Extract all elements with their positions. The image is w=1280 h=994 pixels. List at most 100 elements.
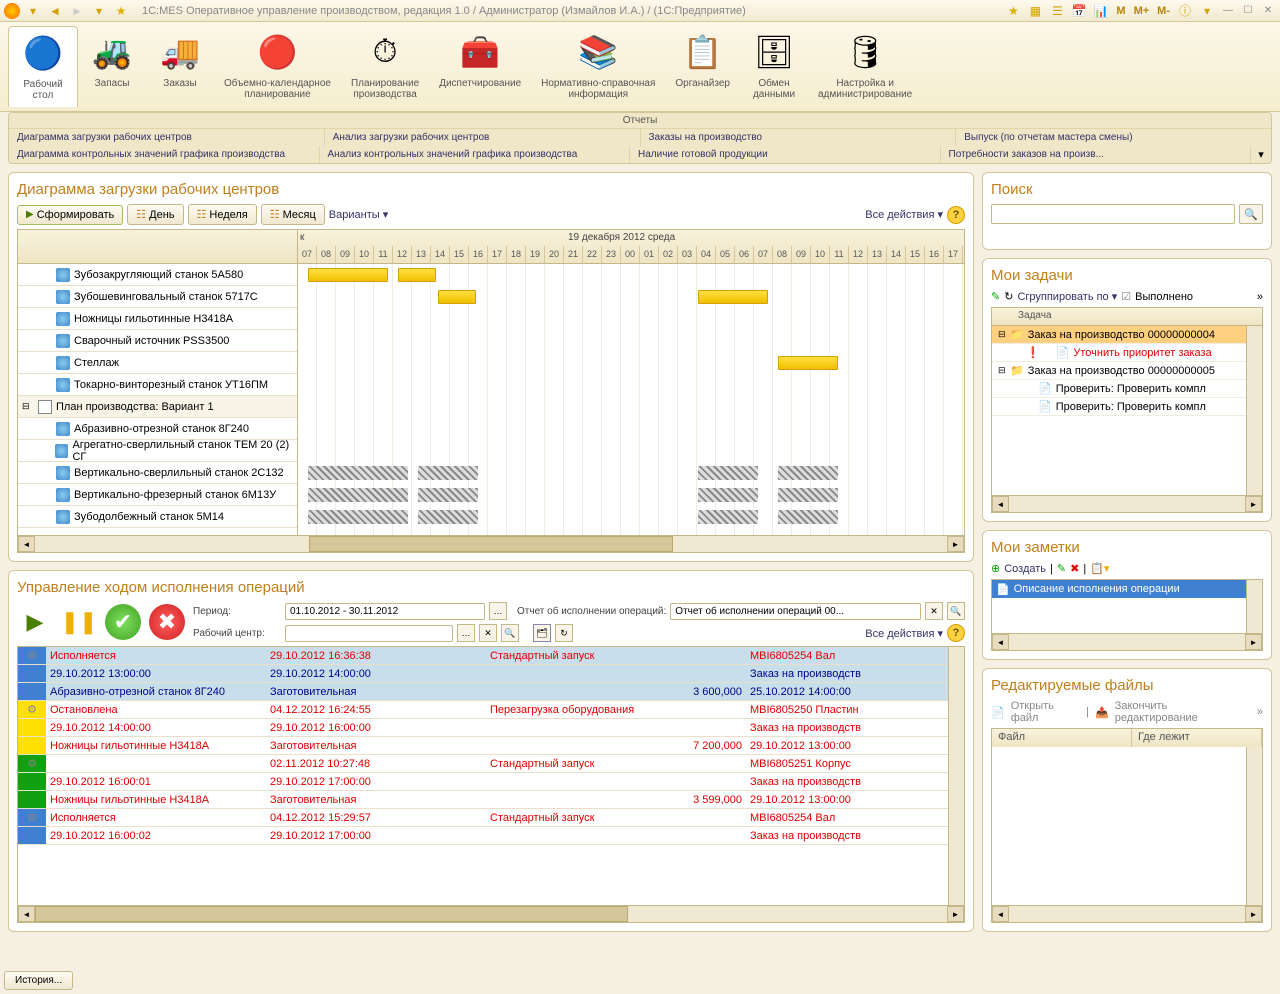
more-icon[interactable]: » <box>1257 291 1263 303</box>
report-link[interactable]: Потребности заказов на произв... <box>941 146 1252 163</box>
gantt-bar[interactable] <box>308 466 408 480</box>
gantt-bar[interactable] <box>698 510 758 524</box>
help-icon[interactable]: ? <box>947 206 965 224</box>
group-by-link[interactable]: Сгруппировать по ▾ <box>1017 290 1117 303</box>
period-input[interactable] <box>285 603 485 620</box>
open-file-link[interactable]: Открыть файл <box>1011 700 1080 724</box>
pause-button[interactable]: ❚❚ <box>61 604 97 640</box>
ops-row[interactable]: Ножницы гильотинные Н3418А Заготовительн… <box>18 737 964 755</box>
tasks-hscroll[interactable]: ◄► <box>991 496 1263 513</box>
report-link[interactable]: Диаграмма контрольных значений графика п… <box>9 146 320 163</box>
gantt-bar[interactable] <box>778 488 838 502</box>
period-pick-button[interactable]: … <box>489 602 507 620</box>
toolbar-section-1[interactable]: 🚜Запасы <box>78 26 146 107</box>
gantt-bar[interactable] <box>438 290 476 304</box>
gantt-bar[interactable] <box>778 356 838 370</box>
all-actions-link[interactable]: Все действия ▾ <box>865 208 943 221</box>
gantt-bar[interactable] <box>698 488 758 502</box>
calc-icon[interactable]: 📅 <box>1070 2 1088 20</box>
center-open-button[interactable]: 🔍 <box>501 624 519 642</box>
toolbar-section-3[interactable]: 🔴Объемно-календарноепланирование <box>214 26 341 107</box>
gantt-row[interactable]: Вертикально-сверлильный станок 2С132 <box>18 462 297 484</box>
variants-link[interactable]: Варианты ▾ <box>329 208 388 221</box>
search-input[interactable] <box>991 204 1235 224</box>
gantt-bar[interactable] <box>698 290 768 304</box>
report-link[interactable]: Диаграмма загрузки рабочих центров <box>9 129 325 146</box>
toolbar-section-0[interactable]: 🔵Рабочийстол <box>8 26 78 107</box>
edit-icon[interactable]: ✎ <box>991 290 1000 303</box>
toolbar-section-9[interactable]: 🛢Настройка иадминистрирование <box>808 26 922 107</box>
ops-row[interactable]: ⚙ Исполняется 04.12.2012 15:29:57 Станда… <box>18 809 964 827</box>
history-button[interactable]: История... <box>4 971 73 990</box>
files-more-icon[interactable]: » <box>1257 706 1263 718</box>
toolbar-section-4[interactable]: ⏱Планированиепроизводства <box>341 26 429 107</box>
gantt-row[interactable]: Абразивно-отрезной станок 8Г240 <box>18 418 297 440</box>
dropdown2-icon[interactable]: ▾ <box>90 2 108 20</box>
ops-row[interactable]: Абразивно-отрезной станок 8Г240 Заготови… <box>18 683 964 701</box>
gantt-row[interactable]: Сварочный источник PSS3500 <box>18 330 297 352</box>
report-link[interactable]: Заказы на производство <box>641 129 957 146</box>
ops-row[interactable]: Ножницы гильотинные Н3418А Заготовительн… <box>18 791 964 809</box>
refresh-icon[interactable]: ↻ <box>1004 290 1013 303</box>
favorite-icon[interactable]: ★ <box>112 2 130 20</box>
report-open-button[interactable]: 🔍 <box>947 602 965 620</box>
gantt-bar[interactable] <box>308 510 408 524</box>
gantt-row[interactable]: Зубодолбежный станок 5М14 <box>18 506 297 528</box>
month-button[interactable]: ☷Месяц <box>261 204 325 225</box>
gantt-row[interactable]: Зубошевинговальный станок 5717С <box>18 286 297 308</box>
day-button[interactable]: ☷День <box>127 204 183 225</box>
ops-hscroll[interactable]: ◄ ► <box>17 906 965 923</box>
tree-view-button[interactable]: 🗂 <box>533 624 551 642</box>
gantt-row[interactable]: Зубозакругляющий станок 5А580 <box>18 264 297 286</box>
list-icon[interactable]: ☰ <box>1048 2 1066 20</box>
gantt-row[interactable]: Стеллаж <box>18 352 297 374</box>
week-button[interactable]: ☷Неделя <box>188 204 257 225</box>
tasks-vscroll[interactable] <box>1246 326 1262 495</box>
gantt-bar[interactable] <box>778 510 838 524</box>
refresh-button[interactable]: ↻ <box>555 624 573 642</box>
notes-vscroll[interactable] <box>1246 580 1262 633</box>
notes-hscroll[interactable]: ◄► <box>991 634 1263 651</box>
gantt-bar[interactable] <box>418 488 478 502</box>
gantt-bar[interactable] <box>778 466 838 480</box>
report-link[interactable]: Анализ загрузки рабочих центров <box>325 129 641 146</box>
gantt-bar[interactable] <box>308 268 388 282</box>
ok-button[interactable]: ✔ <box>105 604 141 640</box>
nav-back-icon[interactable]: ◄ <box>46 2 64 20</box>
files-vscroll[interactable] <box>1246 747 1262 905</box>
reports-expand-icon[interactable]: ▾ <box>1251 146 1271 163</box>
center-input[interactable] <box>285 625 453 642</box>
task-row[interactable]: ❗📄Уточнить приоритет заказа <box>992 344 1262 362</box>
cancel-button[interactable]: ✖ <box>149 604 185 640</box>
gantt-row[interactable]: Ножницы гильотинные Н3418А <box>18 308 297 330</box>
gantt-hscroll[interactable]: ◄ ► <box>18 535 964 552</box>
close-button[interactable]: ✕ <box>1260 3 1276 19</box>
gantt-row[interactable]: Токарно-винторезный станок УТ16ПМ <box>18 374 297 396</box>
report-link[interactable]: Анализ контрольных значений графика прои… <box>320 146 631 163</box>
toolbar-section-5[interactable]: 🧰Диспетчирование <box>429 26 531 107</box>
ops-row[interactable]: ⚙ Остановлена 04.12.2012 16:24:55 Переза… <box>18 701 964 719</box>
toolbar-section-6[interactable]: 📚Нормативно-справочнаяинформация <box>531 26 665 107</box>
toolbar-section-7[interactable]: 📋Органайзер <box>665 26 740 107</box>
toolbar-section-2[interactable]: 🚚Заказы <box>146 26 214 107</box>
report-input[interactable] <box>670 603 921 620</box>
search-button[interactable]: 🔍 <box>1239 204 1263 224</box>
ops-row[interactable]: ⚙ Исполняется 29.10.2012 16:36:38 Станда… <box>18 647 964 665</box>
files-hscroll[interactable]: ◄► <box>991 906 1263 923</box>
gantt-row[interactable]: ⊟План производства: Вариант 1 <box>18 396 297 418</box>
dropdown3-icon[interactable]: ▾ <box>1198 2 1216 20</box>
ops-row[interactable]: 29.10.2012 16:00:02 29.10.2012 17:00:00 … <box>18 827 964 845</box>
ops-row[interactable]: ⚙ 02.11.2012 10:27:48 Стандартный запуск… <box>18 755 964 773</box>
task-row[interactable]: 📄Проверить: Проверить компл <box>992 380 1262 398</box>
grid-icon[interactable]: ▦ <box>1026 2 1044 20</box>
ops-row[interactable]: 29.10.2012 14:00:00 29.10.2012 16:00:00 … <box>18 719 964 737</box>
m-plus-btn[interactable]: M+ <box>1132 5 1152 17</box>
gantt-bar[interactable] <box>398 268 436 282</box>
gantt-bar[interactable] <box>418 510 478 524</box>
ops-vscroll[interactable] <box>948 647 964 905</box>
gantt-row[interactable]: Вертикально-фрезерный станок 6М13У <box>18 484 297 506</box>
dropdown-icon[interactable]: ▾ <box>24 2 42 20</box>
add-icon[interactable]: ⊕ <box>991 562 1000 575</box>
gantt-bar[interactable] <box>418 466 478 480</box>
delete-note-icon[interactable]: ✖ <box>1070 562 1079 575</box>
